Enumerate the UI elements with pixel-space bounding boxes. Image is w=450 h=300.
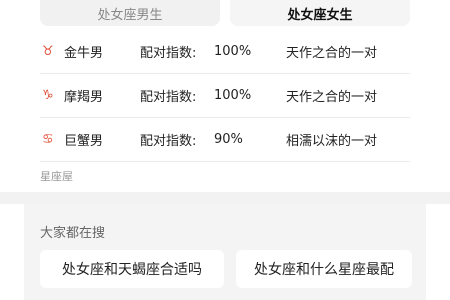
match-row-cancer[interactable]: ♋ 巨蟹男 配对指数: 90% 相濡以沫的一对 — [40, 118, 410, 162]
search-chip[interactable]: 处女座和天蝎座合适吗 — [40, 250, 224, 288]
match-description: 天作之合的一对 — [286, 90, 378, 105]
cancer-icon: ♋ — [42, 132, 54, 147]
match-description: 天作之合的一对 — [286, 46, 378, 61]
gender-tabs: 处女座男生 处女座女生 — [40, 0, 410, 26]
score-label: 配对指数: — [140, 134, 197, 149]
tab-virgo-male[interactable]: 处女座男生 — [40, 0, 220, 26]
search-chip[interactable]: 处女座和什么星座最配 — [236, 250, 412, 288]
score-label: 配对指数: — [140, 90, 197, 105]
match-name: 金牛男 — [64, 46, 104, 61]
match-name: 摩羯男 — [64, 90, 104, 105]
match-list: ♉ 金牛男 配对指数: 100% 天作之合的一对 ♑ 摩羯男 配对指数: 100… — [40, 30, 410, 162]
score-label: 配对指数: — [140, 46, 197, 61]
source-label: 星座屋 — [40, 170, 73, 183]
search-chips: 处女座和天蝎座合适吗 处女座和什么星座最配 — [40, 250, 416, 288]
score-value: 90% — [214, 132, 243, 147]
match-row-capricorn[interactable]: ♑ 摩羯男 配对指数: 100% 天作之合的一对 — [40, 74, 410, 118]
section-divider — [0, 192, 450, 204]
tab-virgo-female[interactable]: 处女座女生 — [230, 0, 410, 26]
match-name: 巨蟹男 — [64, 134, 104, 149]
popular-searches-title: 大家都在搜 — [40, 226, 106, 241]
score-value: 100% — [214, 88, 252, 103]
match-row-taurus[interactable]: ♉ 金牛男 配对指数: 100% 天作之合的一对 — [40, 30, 410, 74]
taurus-icon: ♉ — [42, 44, 54, 59]
capricorn-icon: ♑ — [42, 88, 54, 103]
popular-searches: 大家都在搜 处女座和天蝎座合适吗 处女座和什么星座最配 — [24, 204, 426, 300]
match-description: 相濡以沫的一对 — [286, 134, 378, 149]
score-value: 100% — [214, 44, 252, 59]
